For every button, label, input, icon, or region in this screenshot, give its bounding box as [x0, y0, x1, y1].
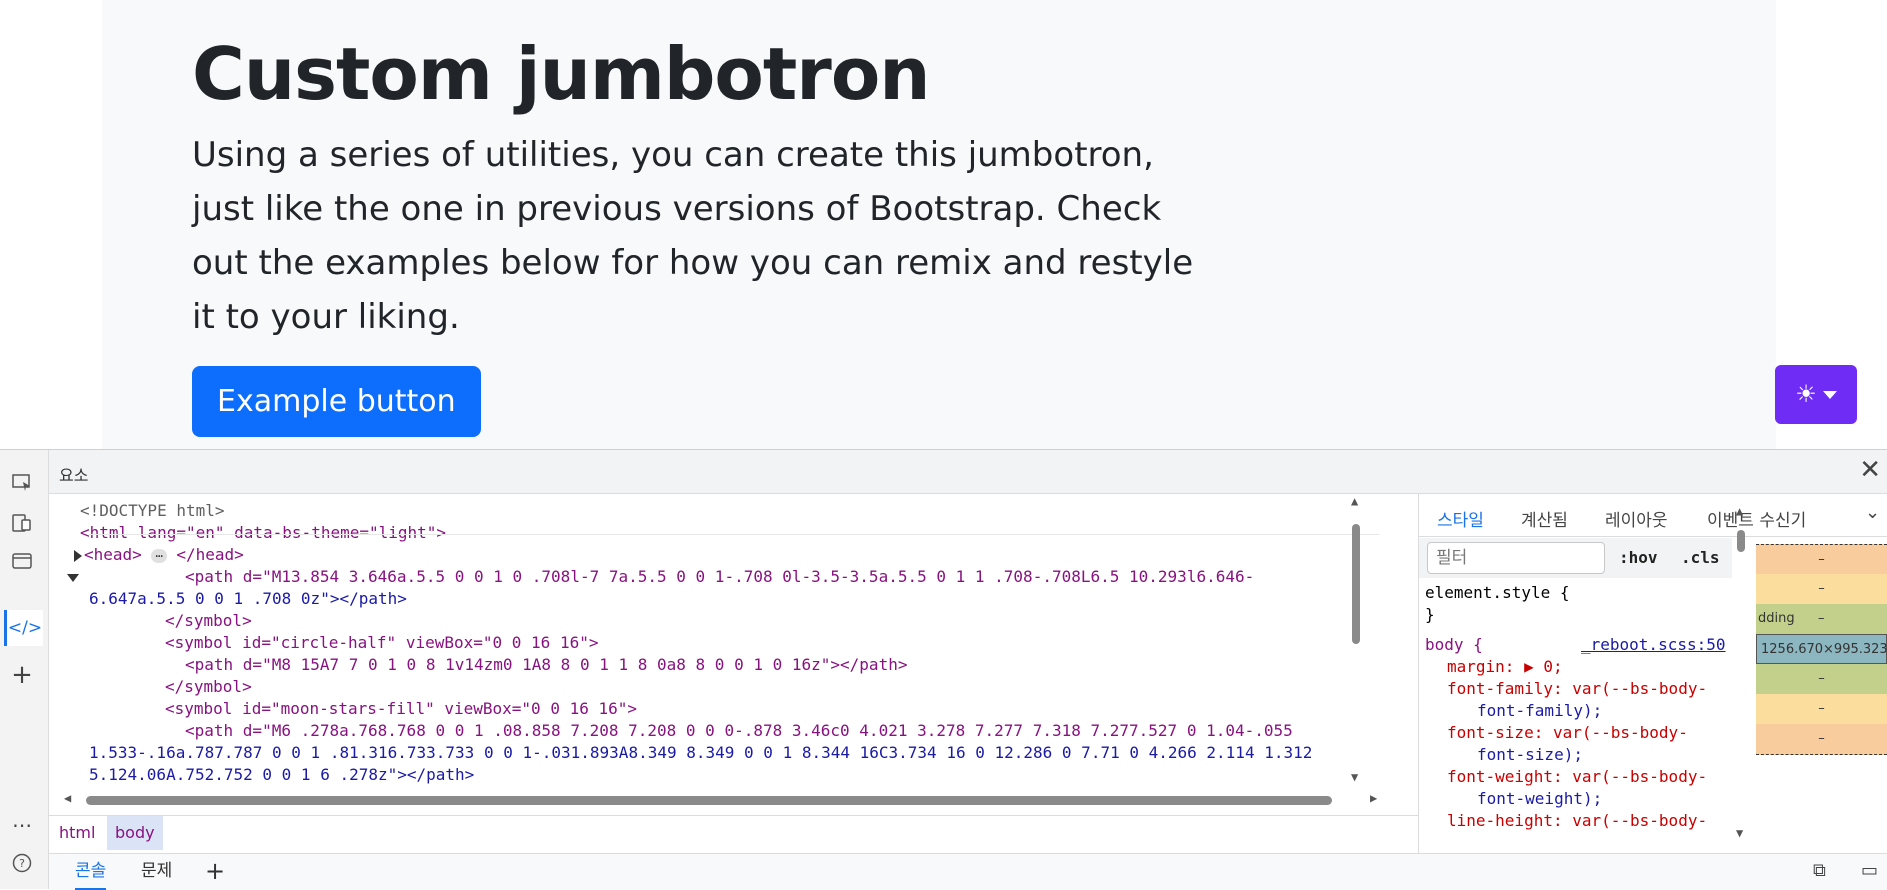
jumbotron-lead: Using a series of utilities, you can cre…	[192, 135, 1194, 337]
dom-line-path-3-cont: 1.533-.16a.787.787 0 0 1 .81.316.733.733…	[89, 743, 1313, 762]
styles-pane: 스타일 계산됨 레이아웃 이벤트 수신기 ⌄ 필터 :hov .cls elem…	[1418, 494, 1887, 853]
rule-font-size-cont: font-size);	[1477, 745, 1583, 764]
tab-event-listeners[interactable]: 이벤트 수신기	[1707, 506, 1806, 531]
tab-styles[interactable]: 스타일	[1437, 506, 1484, 531]
rule-font-weight[interactable]: font-weight: var(--bs-body-	[1447, 766, 1707, 788]
box-border-top[interactable]: –	[1756, 574, 1887, 604]
add-tab-icon[interactable]: +	[205, 854, 225, 888]
elements-panel-title: 요소	[59, 466, 89, 485]
tab-console[interactable]: 콘솔	[75, 854, 107, 890]
close-icon[interactable]: ✕	[1859, 456, 1881, 484]
style-rules: element.style { } body { _reboot.scss:50…	[1419, 582, 1732, 852]
chevron-down-icon	[1822, 390, 1837, 399]
scroll-down-icon[interactable]: ▼	[1351, 770, 1358, 784]
filter-input[interactable]: 필터	[1427, 542, 1605, 574]
dom-line-path-3-end: 5.124.06A.752.752 0 0 1 6 .278z"></path>	[89, 765, 475, 784]
rule-font-family-cont: font-family);	[1477, 701, 1603, 720]
scroll-up-icon[interactable]: ▲	[1351, 494, 1358, 508]
selected-node-highlight	[89, 534, 1379, 541]
drawer-tabbar: 콘솔 문제 + ⧉ ▭	[49, 853, 1887, 890]
box-border-bottom[interactable]: –	[1756, 694, 1887, 724]
rule-font-family[interactable]: font-family: var(--bs-body-	[1447, 678, 1707, 700]
undock-icon[interactable]: ▭	[1861, 860, 1878, 881]
jumbotron: Custom jumbotron Using a series of utili…	[102, 0, 1776, 449]
styles-filter-row: 필터 :hov .cls	[1419, 538, 1732, 578]
dom-line-symbol-moon[interactable]: <symbol id="moon-stars-fill" viewBox="0 …	[165, 698, 637, 720]
breadcrumb-body[interactable]: body	[107, 816, 163, 850]
rule-font-size[interactable]: font-size: var(--bs-body-	[1447, 722, 1688, 744]
scroll-left-icon[interactable]: ◀	[64, 791, 71, 805]
device-toolbar-icon[interactable]	[10, 512, 34, 534]
dom-horizontal-scrollbar[interactable]: ◀ ▶	[60, 791, 1380, 807]
styles-tabbar: 스타일 계산됨 레이아웃 이벤트 수신기 ⌄	[1419, 494, 1887, 537]
box-padding-bottom[interactable]: –	[1756, 664, 1887, 694]
rule-line-height[interactable]: line-height: var(--bs-body-	[1447, 810, 1707, 832]
box-padding[interactable]: dding –	[1756, 604, 1887, 634]
box-model: – – dding – 1256.670×995.323 – – –	[1756, 544, 1887, 844]
styles-scrollbar[interactable]: ▲ ▼	[1734, 504, 1748, 844]
scroll-right-icon[interactable]: ▶	[1370, 791, 1377, 805]
dom-line-path-1-cont: 6.647a.5.5 0 0 1 .708 0z"></path>	[89, 589, 407, 608]
sun-icon: ☀	[1795, 381, 1817, 408]
inspect-element-icon[interactable]	[10, 472, 34, 494]
dom-vertical-scrollbar[interactable]: ▲ ▼	[1349, 494, 1363, 794]
dom-line-path-3[interactable]: <path d="M6 .278a.768.768 0 0 1 .08.858 …	[185, 720, 1293, 742]
dom-line-doctype[interactable]: <!DOCTYPE html>	[80, 500, 225, 522]
dom-tree: <!DOCTYPE html> <html lang="en" data-bs-…	[49, 494, 1397, 820]
theme-toggle-button[interactable]: ☀	[1775, 365, 1857, 424]
dom-line-symbol-circle-half[interactable]: <symbol id="circle-half" viewBox="0 0 16…	[165, 632, 598, 654]
tab-computed[interactable]: 계산됨	[1521, 506, 1568, 531]
dom-expand-body[interactable]	[67, 566, 81, 588]
scroll-thumb[interactable]	[1352, 524, 1360, 644]
tab-issues[interactable]: 문제	[141, 854, 172, 888]
expand-arrow-icon[interactable]	[74, 549, 82, 562]
collapse-arrow-icon[interactable]	[67, 573, 79, 582]
devtools-activity-bar: </> + ⋯ ?	[0, 450, 49, 889]
box-margin-bottom[interactable]: –	[1756, 724, 1887, 755]
breadcrumb-html[interactable]: html	[51, 816, 103, 850]
hov-toggle[interactable]: :hov	[1619, 548, 1658, 567]
devtools-tabbar: 요소 ✕	[49, 450, 1887, 494]
devtools-panel: </> + ⋯ ? 요소 ✕ <!DOCTYPE html> <html lan…	[0, 449, 1887, 890]
more-options-icon[interactable]: ⋯	[10, 813, 34, 837]
dock-icon[interactable]: ⧉	[1813, 860, 1826, 881]
ellipsis-icon[interactable]: ⋯	[151, 548, 167, 563]
dom-line-symbol-close-2[interactable]: </symbol>	[165, 676, 252, 698]
box-content-size[interactable]: 1256.670×995.323	[1756, 634, 1887, 664]
scroll-thumb[interactable]	[1737, 530, 1745, 552]
dom-line-head[interactable]: <head> ⋯ </head>	[74, 544, 244, 566]
rule-font-weight-cont: font-weight);	[1477, 789, 1603, 808]
element-style-selector: element.style {	[1425, 583, 1570, 602]
add-tool-icon[interactable]: +	[10, 660, 34, 690]
elements-code-icon[interactable]: </>	[4, 610, 43, 646]
dom-line-path-1[interactable]: <path d="M13.854 3.646a.5.5 0 0 1 0 .708…	[185, 566, 1254, 588]
jumbotron-title: Custom jumbotron	[192, 32, 931, 116]
scroll-down-icon[interactable]: ▼	[1736, 826, 1743, 840]
example-button[interactable]: Example button	[192, 366, 481, 437]
page-viewport: Custom jumbotron Using a series of utili…	[0, 0, 1887, 449]
body-selector[interactable]: body {	[1425, 634, 1483, 656]
scroll-thumb[interactable]	[86, 796, 1332, 805]
source-link[interactable]: _reboot.scss:50	[1581, 634, 1726, 656]
cls-toggle[interactable]: .cls	[1681, 548, 1720, 567]
scroll-up-icon[interactable]: ▲	[1736, 504, 1743, 518]
tab-layout[interactable]: 레이아웃	[1605, 506, 1668, 531]
element-style-close: }	[1425, 605, 1435, 624]
dom-line-path-2[interactable]: <path d="M8 15A7 7 0 1 0 8 1v14zm0 1A8 8…	[185, 654, 907, 676]
help-icon[interactable]: ?	[10, 852, 34, 874]
breadcrumb: html body	[49, 815, 1419, 853]
svg-text:?: ?	[19, 857, 25, 870]
box-margin-top[interactable]: –	[1756, 544, 1887, 575]
dom-line-symbol-close-1[interactable]: </symbol>	[165, 610, 252, 632]
rule-margin[interactable]: margin: ▶ 0;	[1447, 656, 1563, 678]
chevron-down-icon[interactable]: ⌄	[1865, 502, 1880, 523]
window-icon[interactable]	[10, 550, 34, 572]
